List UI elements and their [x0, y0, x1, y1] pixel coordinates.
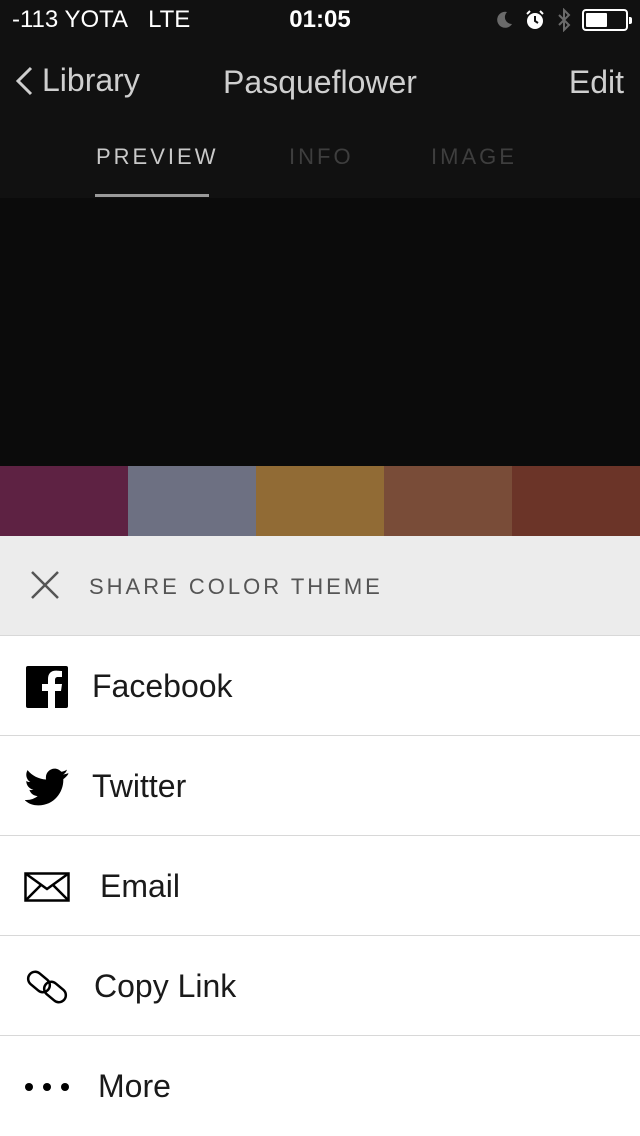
share-twitter-label: Twitter — [92, 768, 187, 804]
more-icon — [24, 1064, 70, 1110]
share-sheet-header: SHARE COLOR THEME — [0, 536, 640, 636]
swatch-1 — [0, 466, 128, 536]
twitter-icon — [24, 764, 70, 810]
share-sheet-title: SHARE COLOR THEME — [89, 574, 383, 599]
envelope-icon — [24, 864, 70, 910]
alarm-icon — [526, 10, 544, 29]
tab-bar: PREVIEW INFO IMAGE — [0, 140, 640, 198]
status-bar: -113 YOTA LTE 01:05 — [0, 0, 640, 40]
edit-button[interactable]: Edit — [569, 64, 624, 101]
page-title: Pasqueflower — [223, 64, 417, 100]
share-sheet: SHARE COLOR THEME Facebook Twitter Email — [0, 536, 640, 1136]
facebook-icon — [24, 664, 70, 710]
share-email[interactable]: Email — [0, 836, 640, 936]
share-more[interactable]: More — [0, 1036, 640, 1136]
share-facebook[interactable]: Facebook — [0, 636, 640, 736]
color-theme-swatches — [0, 466, 640, 536]
share-twitter[interactable]: Twitter — [0, 736, 640, 836]
close-icon[interactable] — [28, 568, 62, 602]
active-tab-indicator — [95, 194, 209, 197]
share-email-label: Email — [100, 868, 181, 904]
battery-icon — [582, 9, 632, 31]
moon-icon — [497, 11, 512, 28]
share-copy-link-label: Copy Link — [94, 968, 237, 1004]
bluetooth-icon — [558, 8, 571, 32]
tab-image[interactable]: IMAGE — [431, 144, 517, 170]
swatch-2 — [128, 466, 256, 536]
swatch-3 — [256, 466, 384, 536]
share-facebook-label: Facebook — [92, 668, 233, 704]
tab-info[interactable]: INFO — [289, 144, 354, 170]
swatch-4 — [384, 466, 512, 536]
share-more-label: More — [98, 1068, 171, 1104]
nav-bar: Library Pasqueflower Edit PREVIEW INFO I… — [0, 40, 640, 198]
status-right — [494, 8, 632, 32]
share-copy-link[interactable]: Copy Link — [0, 936, 640, 1036]
swatch-5 — [512, 466, 640, 536]
link-icon — [24, 964, 70, 1010]
tab-preview[interactable]: PREVIEW — [96, 144, 218, 170]
